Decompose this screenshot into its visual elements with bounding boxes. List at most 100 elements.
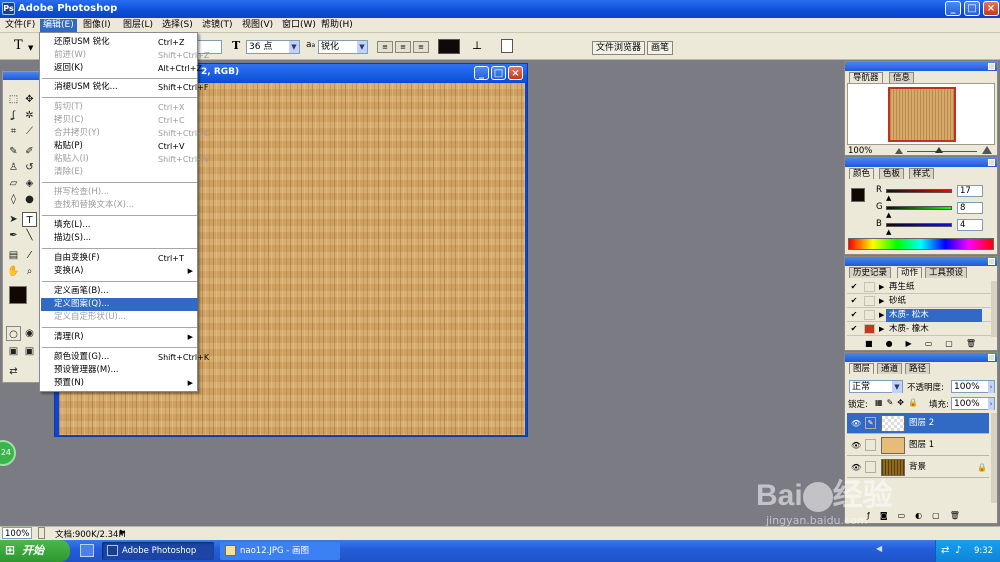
tab-info[interactable]: 信息 (889, 72, 915, 83)
pen-tool-icon[interactable]: ✒ (6, 228, 21, 243)
menu-item-copy[interactable]: 拷贝(C) Ctrl+C (41, 114, 198, 127)
new-layer-icon[interactable]: ▢ (932, 511, 950, 520)
palettes-toggle-icon[interactable] (501, 39, 513, 53)
menu-item-find-replace[interactable]: 查找和替换文本(X)... (41, 199, 198, 212)
foreground-color-swatch[interactable] (9, 286, 27, 304)
new-set-icon[interactable]: ▭ (925, 339, 946, 348)
menu-item-purge[interactable]: 清理(R) ▶ (41, 331, 198, 344)
tab-layers[interactable]: 图层 (849, 363, 875, 374)
menu-item-define-pattern[interactable]: 定义图案(Q)... (41, 298, 198, 311)
tab-history[interactable]: 历史记录 (849, 267, 892, 278)
adjustment-layer-icon[interactable]: ◐ (915, 511, 932, 520)
layer-row[interactable]: 👁 图层 1 (847, 435, 989, 456)
menu-item-transform[interactable]: 变换(A) ▶ (41, 265, 198, 278)
menu-view[interactable]: 视图(V) (239, 19, 276, 32)
path-selection-tool-icon[interactable]: ➤ (6, 212, 21, 227)
dialog-toggle-icon[interactable] (864, 324, 875, 334)
zoom-slider-thumb[interactable] (935, 147, 943, 153)
close-button[interactable]: × (983, 1, 999, 16)
eyedropper-tool-icon[interactable]: ⁄ (22, 248, 37, 263)
menu-item-color-settings[interactable]: 颜色设置(G)... Shift+Ctrl+K (41, 351, 209, 364)
font-size-select[interactable]: 36 点 ▼ (246, 40, 300, 54)
menu-item-step-backward[interactable]: 返回(K) Alt+Ctrl+Z (41, 62, 202, 75)
menu-item-define-custom-shape[interactable]: 定义自定形状(U)... (41, 311, 198, 324)
tab-swatches[interactable]: 色板 (879, 168, 905, 179)
dodge-tool-icon[interactable]: ● (22, 192, 37, 207)
menu-layer[interactable]: 图层(L) (120, 19, 156, 32)
expand-triangle-icon[interactable]: ▶ (879, 323, 884, 336)
play-icon[interactable]: ▶ (906, 339, 925, 348)
healing-brush-tool-icon[interactable]: ✎ (6, 144, 21, 159)
tab-brushes[interactable]: 画笔 (647, 41, 674, 55)
doc-close-button[interactable]: × (508, 66, 523, 80)
r-slider-thumb[interactable]: ▲ (886, 194, 891, 202)
panel-title-bar[interactable] (845, 62, 997, 71)
menu-item-clear[interactable]: 清除(E) (41, 166, 198, 179)
slice-tool-icon[interactable]: ⟋ (22, 124, 37, 139)
tab-tool-presets[interactable]: 工具预设 (925, 267, 968, 278)
check-icon[interactable]: ✔ (849, 324, 859, 334)
action-row[interactable]: ✔ ▶ 再生纸 (847, 281, 991, 294)
paint-bucket-tool-icon[interactable]: ◈ (22, 176, 37, 191)
b-slider-thumb[interactable]: ▲ (886, 228, 891, 236)
r-value-field[interactable]: 17 (957, 185, 983, 197)
lock-position-icon[interactable]: ✥ (897, 398, 908, 407)
dialog-toggle-icon[interactable] (864, 310, 875, 320)
menu-file[interactable]: 文件(F) (2, 19, 38, 32)
tab-file-browser[interactable]: 文件浏览器 (592, 41, 646, 55)
network-icon[interactable]: ⇄ (941, 540, 949, 562)
menu-item-spell-check[interactable]: 拼写检查(H)... (41, 186, 198, 199)
b-slider[interactable] (886, 223, 952, 227)
menu-item-cut[interactable]: 剪切(T) Ctrl+X (41, 101, 198, 114)
align-center-icon[interactable]: ≡ (395, 41, 411, 53)
panel-close-icon[interactable] (988, 159, 995, 166)
check-icon[interactable]: ✔ (849, 310, 859, 320)
record-icon[interactable]: ● (886, 339, 906, 348)
move-tool-icon[interactable]: ✥ (22, 92, 37, 107)
blur-tool-icon[interactable]: ◊ (6, 192, 21, 207)
lasso-tool-icon[interactable]: ʆ (6, 108, 21, 123)
g-slider[interactable] (886, 206, 952, 210)
color-ramp[interactable] (848, 238, 994, 250)
stop-icon[interactable]: ■ (865, 339, 886, 348)
clone-stamp-tool-icon[interactable]: ♙ (6, 160, 21, 175)
status-menu-arrow-icon[interactable]: ▶ (120, 528, 125, 536)
menu-item-stroke[interactable]: 描边(S)... (41, 232, 198, 245)
notes-tool-icon[interactable]: ▤ (6, 248, 21, 263)
type-tool-icon[interactable]: T (22, 212, 37, 227)
tab-navigator[interactable]: 导航器 (849, 72, 883, 83)
zoom-level-field[interactable]: 100% (2, 527, 32, 539)
minimize-button[interactable]: _ (945, 1, 961, 16)
taskbar-item-paint[interactable]: nao12.JPG - 画图 (220, 542, 340, 560)
blend-mode-select[interactable]: 正常 ▼ (849, 380, 903, 393)
expand-triangle-icon[interactable]: ▶ (879, 309, 884, 322)
layer-style-icon[interactable]: ƒ (867, 511, 880, 520)
antialias-select[interactable]: 锐化 ▼ (318, 40, 368, 54)
menu-filter[interactable]: 滤镜(T) (199, 19, 236, 32)
line-tool-icon[interactable]: ╲ (22, 228, 37, 243)
delete-layer-icon[interactable]: 🗑 (950, 511, 970, 520)
actions-scrollbar[interactable] (991, 281, 997, 337)
delete-icon[interactable]: 🗑 (966, 339, 989, 348)
menu-item-free-transform[interactable]: 自由变换(F) Ctrl+T (41, 252, 198, 265)
warp-text-icon[interactable]: ⊥ (472, 39, 482, 52)
menu-item-paste-into[interactable]: 粘贴入(I) Shift+Ctrl+V (41, 153, 209, 166)
opacity-field[interactable]: 100% › (951, 380, 995, 393)
eye-icon[interactable]: 👁 (851, 435, 861, 456)
screen-mode-full-icon[interactable]: ▣ (22, 344, 37, 359)
doc-maximize-button[interactable]: □ (491, 66, 506, 80)
dialog-toggle-icon[interactable] (864, 282, 875, 292)
check-icon[interactable]: ✔ (849, 282, 859, 292)
crop-tool-icon[interactable]: ⌗ (6, 124, 21, 139)
menu-item-paste[interactable]: 粘贴(P) Ctrl+V (41, 140, 198, 153)
align-right-icon[interactable]: ≡ (413, 41, 429, 53)
start-button[interactable]: ⊞ 开始 (0, 540, 70, 562)
check-icon[interactable]: ✔ (849, 296, 859, 306)
menu-item-fade[interactable]: 消褪USM 锐化... Shift+Ctrl+F (41, 81, 208, 94)
panel-title-bar[interactable] (845, 353, 997, 362)
lock-image-icon[interactable]: ✎ (887, 398, 898, 407)
navigator-preview-area[interactable] (847, 83, 995, 145)
layer-row[interactable]: 👁 ✎ 图层 2 (847, 413, 989, 434)
action-row[interactable]: ✔ ▶ 木质- 橡木 (847, 323, 991, 336)
expand-triangle-icon[interactable]: ▶ (879, 281, 884, 294)
